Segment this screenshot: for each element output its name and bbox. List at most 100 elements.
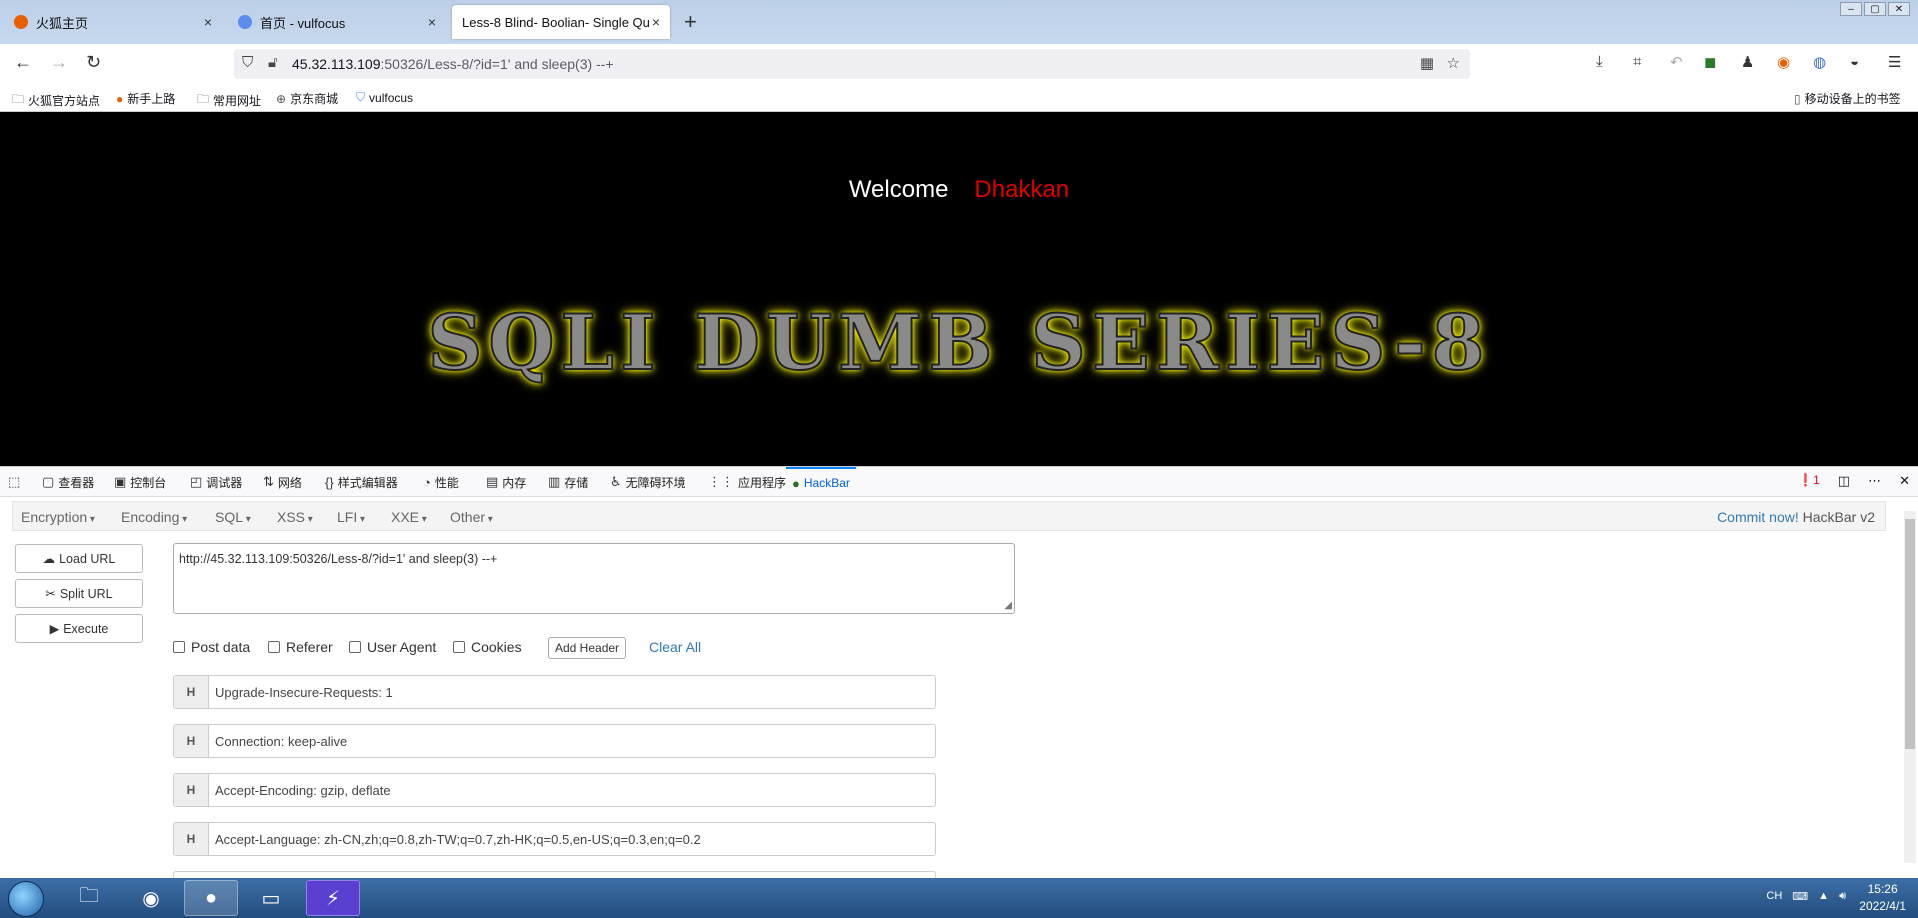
tab-accessibility[interactable]: ♿︎ 无障碍环境 [610, 467, 686, 497]
hat-icon[interactable]: ◒ [1850, 53, 1859, 70]
tab-vulfocus[interactable]: 首页 - vulfocus × [228, 5, 446, 39]
firefox-taskbar-icon[interactable]: ● [184, 880, 238, 916]
tab-style-editor[interactable]: {} 样式编辑器 [325, 467, 398, 497]
post-data-checkbox[interactable]: Post data [173, 639, 250, 655]
menu-xss[interactable]: XSS [277, 509, 313, 525]
new-tab-button[interactable]: + [684, 9, 697, 35]
button-label: Load URL [59, 551, 116, 566]
url-input-value: http://45.32.113.109:50326/Less-8/?id=1'… [179, 552, 498, 566]
close-icon[interactable]: × [428, 14, 436, 30]
header-value[interactable]: Upgrade-Insecure-Requests: 1 [209, 685, 393, 700]
keyboard-icon[interactable]: ⌨ [1792, 890, 1808, 903]
record-icon[interactable]: ◉ [1777, 53, 1790, 71]
crop-icon[interactable]: ⌗ [1633, 53, 1641, 70]
header-row[interactable]: H Accept-Language: zh-CN,zh;q=0.8,zh-TW;… [173, 822, 936, 856]
bookmark-item[interactable]: 🗀︎ 常用网址 [197, 90, 261, 111]
menu-xxe[interactable]: XXE [391, 509, 427, 525]
devtools-scrollbar[interactable] [1904, 511, 1916, 863]
globe-icon[interactable]: ◍ [1813, 53, 1826, 71]
checkbox-box[interactable] [268, 641, 280, 653]
header-value[interactable]: Accept-Encoding: gzip, deflate [209, 783, 391, 798]
header-row[interactable]: H Upgrade-Insecure-Requests: 1 [173, 675, 936, 709]
star-icon[interactable]: ☆ [1447, 54, 1460, 72]
explorer-icon[interactable]: 🗀︎ [62, 880, 116, 916]
hackbar-url-input[interactable]: http://45.32.113.109:50326/Less-8/?id=1'… [173, 543, 1015, 614]
checkbox-box[interactable] [349, 641, 361, 653]
download-icon[interactable]: ⤓ [1596, 53, 1603, 70]
menu-encryption[interactable]: Encryption [21, 509, 95, 525]
insecure-lock-icon[interactable]: 🔓︎ [268, 54, 278, 71]
user-icon[interactable]: ♟ [1741, 53, 1754, 71]
terminal-icon[interactable]: ▭ [244, 880, 298, 916]
tab-hackbar[interactable]: ● HackBar [786, 467, 856, 497]
header-tag[interactable]: H [174, 774, 209, 806]
tab-network[interactable]: ⇅ 网络 [263, 467, 302, 497]
language-indicator[interactable]: CH [1766, 890, 1782, 903]
volume-icon[interactable]: 🔊︎ [1839, 890, 1846, 903]
close-icon[interactable]: × [204, 14, 212, 30]
bookmark-item[interactable]: ● 新手上路 [116, 90, 175, 107]
tab-debugger[interactable]: ◰ 调试器 [190, 467, 242, 497]
chrome-icon[interactable]: ◉ [124, 880, 178, 916]
tab-inspector[interactable]: ▢ 查看器 [42, 467, 94, 497]
clear-all-link[interactable]: Clear All [649, 639, 701, 655]
resize-handle-icon[interactable]: ◢ [1004, 600, 1012, 611]
bookmark-item[interactable]: 🗀︎ 火狐官方站点 [12, 90, 100, 111]
commit-link[interactable]: Commit now! [1717, 509, 1799, 525]
minimize-icon[interactable]: – [1840, 2, 1862, 16]
maximize-icon[interactable]: ▢ [1864, 2, 1886, 16]
header-value[interactable]: Accept-Language: zh-CN,zh;q=0.8,zh-TW;q=… [209, 832, 701, 847]
tab-console[interactable]: ▣ 控制台 [114, 467, 166, 497]
referer-checkbox[interactable]: Referer [268, 639, 333, 655]
header-tag[interactable]: H [174, 725, 209, 757]
back-icon[interactable]: ← [14, 52, 32, 73]
header-tag[interactable]: H [174, 823, 209, 855]
menu-icon[interactable]: ☰ [1888, 53, 1901, 71]
header-tag[interactable]: H [174, 676, 209, 708]
menu-other[interactable]: Other [450, 509, 493, 525]
tab-storage[interactable]: ▥ 存储 [548, 467, 588, 497]
error-badge[interactable]: ❗1 [1798, 473, 1820, 489]
split-url-button[interactable]: ✂ Split URL [15, 579, 143, 608]
checkbox-box[interactable] [453, 641, 465, 653]
checkbox-box[interactable] [173, 641, 185, 653]
cookies-checkbox[interactable]: Cookies [453, 639, 522, 655]
load-url-button[interactable]: ☁ Load URL [15, 544, 143, 573]
close-window-icon[interactable]: ✕ [1888, 2, 1910, 16]
network-tray-icon[interactable]: ▲ [1818, 890, 1829, 903]
more-icon[interactable]: ⋯ [1868, 473, 1881, 489]
execute-button[interactable]: ▶ Execute [15, 614, 143, 643]
add-header-button[interactable]: Add Header [548, 637, 627, 659]
tab-performance[interactable]: ◔ 性能 [423, 467, 459, 497]
qr-code-icon[interactable]: ▦ [1420, 54, 1434, 72]
scrollbar-thumb[interactable] [1905, 519, 1915, 749]
menu-sql[interactable]: SQL [215, 509, 251, 525]
pick-element-icon[interactable]: ⬚ [8, 474, 20, 490]
header-row[interactable]: H Accept-Encoding: gzip, deflate [173, 773, 936, 807]
start-button[interactable] [8, 881, 44, 917]
bookmark-item[interactable]: ⛉ vulfocus [356, 90, 413, 105]
url-text[interactable]: 45.32.113.109:50326/Less-8/?id=1' and sl… [292, 56, 614, 72]
clock[interactable]: 15:26 2022/4/1 [1859, 881, 1906, 915]
reload-icon[interactable]: ↻ [86, 52, 101, 73]
close-icon[interactable]: × [652, 14, 660, 30]
bookmark-item[interactable]: ⊕ 京东商城 [276, 90, 338, 107]
header-row[interactable]: H Connection: keep-alive [173, 724, 936, 758]
forward-icon[interactable]: → [50, 52, 68, 73]
user-agent-checkbox[interactable]: User Agent [349, 639, 436, 655]
url-bar[interactable]: ⛉ 🔓︎ 45.32.113.109:50326/Less-8/?id=1' a… [234, 49, 1470, 79]
header-value[interactable]: Connection: keep-alive [209, 734, 347, 749]
undo-icon[interactable]: ↶ [1670, 53, 1683, 71]
mobile-bookmarks[interactable]: ▯ 移动设备上的书签 [1794, 90, 1901, 107]
tab-firefox-home[interactable]: 火狐主页 × [4, 5, 222, 39]
close-icon[interactable]: ✕ [1899, 473, 1910, 489]
shield-icon[interactable]: ⛉ [242, 54, 253, 71]
tab-application[interactable]: ⋮⋮ 应用程序 [708, 467, 786, 497]
menu-lfi[interactable]: LFI [337, 509, 365, 525]
tab-memory[interactable]: ▤ 内存 [486, 467, 526, 497]
app-taskbar-icon[interactable]: ⚡︎ [306, 880, 360, 916]
extension-icon[interactable]: ◼ [1704, 53, 1716, 71]
menu-encoding[interactable]: Encoding [121, 509, 187, 525]
tab-less-8[interactable]: Less-8 Blind- Boolian- Single Qu × [452, 5, 670, 39]
dock-icon[interactable]: ◫ [1838, 473, 1850, 489]
